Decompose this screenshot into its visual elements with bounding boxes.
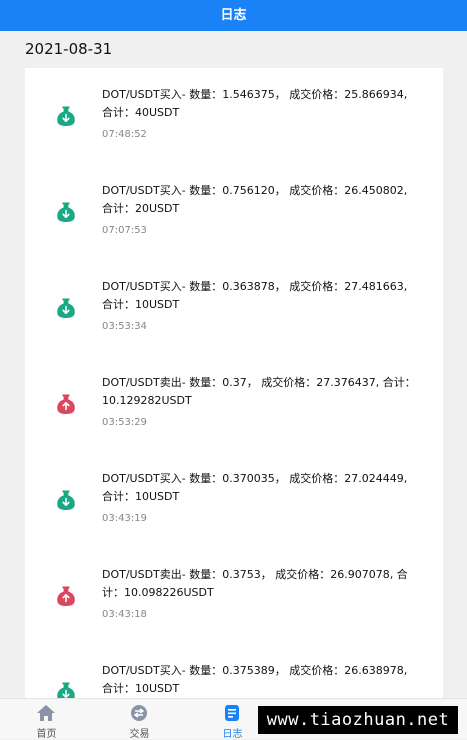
log-entry-text: DOT/USDT卖出- 数量：0.3753， 成交价格：26.907078, 合…	[102, 568, 408, 599]
log-entry-text: DOT/USDT买入- 数量：0.363878， 成交价格：27.481663,…	[102, 280, 408, 311]
log-entry-time: 07:48:52	[102, 129, 147, 140]
page-title: 日志	[220, 8, 247, 23]
log-entry-text: DOT/USDT卖出- 数量：0.37， 成交价格：27.376437, 合计：…	[102, 376, 416, 407]
log-entry-time: 03:53:34	[102, 321, 147, 332]
log-list: DOT/USDT买入- 数量：1.546375， 成交价格：25.866934,…	[25, 68, 443, 708]
money-bag-down-icon	[57, 202, 75, 222]
log-entry-text: DOT/USDT买入- 数量：0.370035， 成交价格：27.024449,…	[102, 472, 408, 503]
header-bar: 日志	[0, 0, 467, 31]
tab-trade[interactable]: 交易	[93, 699, 186, 740]
log-entry[interactable]: DOT/USDT买入- 数量：0.363878， 成交价格：27.481663,…	[25, 260, 443, 356]
money-bag-down-icon	[57, 298, 75, 318]
date-heading: 2021-08-31	[25, 40, 113, 58]
log-entry-time: 03:43:18	[102, 609, 147, 620]
log-entry-text: DOT/USDT买入- 数量：0.375389， 成交价格：26.638978,…	[102, 664, 408, 695]
watermark: www.tiaozhuan.net	[258, 706, 458, 734]
log-entry-text: DOT/USDT买入- 数量：0.756120， 成交价格：26.450802,…	[102, 184, 408, 215]
log-icon	[225, 705, 239, 721]
money-bag-up-icon	[57, 394, 75, 414]
log-entry-text: DOT/USDT买入- 数量：1.546375， 成交价格：25.866934,…	[102, 88, 408, 119]
log-entry[interactable]: DOT/USDT卖出- 数量：0.3753， 成交价格：26.907078, 合…	[25, 548, 443, 644]
log-entry[interactable]: DOT/USDT卖出- 数量：0.37， 成交价格：27.376437, 合计：…	[25, 356, 443, 452]
log-entry[interactable]: DOT/USDT买入- 数量：0.756120， 成交价格：26.450802,…	[25, 164, 443, 260]
log-entry-time: 03:53:29	[102, 417, 147, 428]
tab-home[interactable]: 首页	[0, 699, 93, 740]
money-bag-down-icon	[57, 490, 75, 510]
log-entry[interactable]: DOT/USDT买入- 数量：0.370035， 成交价格：27.024449,…	[25, 452, 443, 548]
money-bag-down-icon	[57, 106, 75, 126]
log-entry-time: 03:43:19	[102, 513, 147, 524]
exchange-icon	[131, 705, 147, 721]
log-entry[interactable]: DOT/USDT买入- 数量：1.546375， 成交价格：25.866934,…	[25, 68, 443, 164]
home-icon	[37, 705, 55, 721]
money-bag-up-icon	[57, 586, 75, 606]
log-entry-time: 07:07:53	[102, 225, 147, 236]
